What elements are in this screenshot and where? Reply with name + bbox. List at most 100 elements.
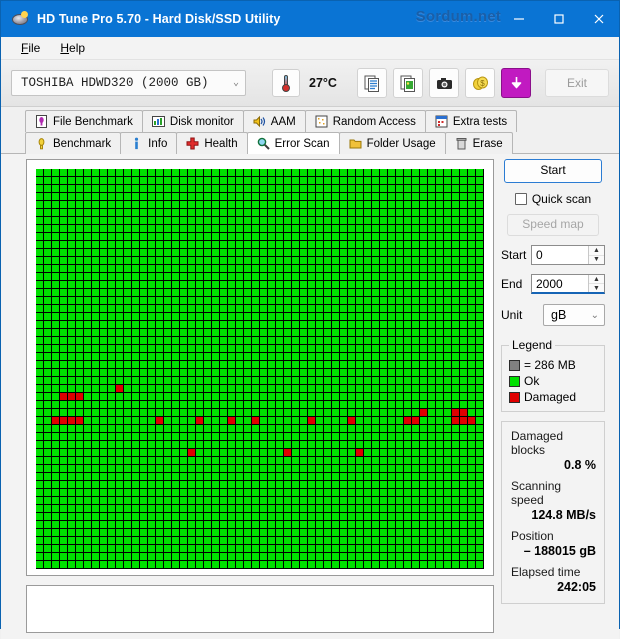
temperature-display: 27°C xyxy=(272,69,337,97)
maximize-button[interactable] xyxy=(539,1,579,37)
end-spin-buttons[interactable]: ▲ ▼ xyxy=(588,275,604,292)
benchmark-icon xyxy=(38,138,45,150)
tab-erase[interactable]: Erase xyxy=(444,132,513,154)
legend-box: Legend = 286 MB Ok Damaged xyxy=(501,338,605,412)
start-button[interactable]: Start xyxy=(504,159,602,183)
spin-down-icon[interactable]: ▼ xyxy=(589,256,604,265)
stat-label: Scanning speed xyxy=(511,479,562,507)
tab-label: File Benchmark xyxy=(53,115,133,128)
menu-item-help[interactable]: Help xyxy=(50,39,95,57)
svg-text:$: $ xyxy=(480,79,485,88)
donate-button[interactable]: $ xyxy=(465,68,495,98)
quick-scan-label: Quick scan xyxy=(531,192,592,206)
unit-row: Unit gB ⌄ xyxy=(501,304,605,326)
tab-random-access[interactable]: Random Access xyxy=(304,110,426,132)
tab-folder-usage[interactable]: Folder Usage xyxy=(338,132,446,154)
tab-extra-tests[interactable]: Extra tests xyxy=(424,110,518,132)
tab-error-scan[interactable]: Error Scan xyxy=(246,132,340,154)
end-field-row: End ▲ ▼ xyxy=(501,274,605,294)
info-icon xyxy=(135,137,139,150)
start-input[interactable] xyxy=(532,246,588,264)
download-button[interactable] xyxy=(501,68,531,98)
start-field-row: Start ▲ ▼ xyxy=(501,245,605,265)
tab-health[interactable]: Health xyxy=(176,132,248,154)
content-area: Start Quick scan Speed map Start ▲ ▼ End xyxy=(1,154,619,639)
window-buttons xyxy=(499,1,619,37)
folder-icon xyxy=(349,139,362,149)
thermometer-button[interactable] xyxy=(272,69,300,97)
harddisk-icon xyxy=(11,10,29,28)
legend-damaged-label: Damaged xyxy=(524,390,577,404)
legend-damaged-row: Damaged xyxy=(509,390,598,404)
stat-value: 124.8 MB/s xyxy=(531,508,596,522)
minimize-button[interactable] xyxy=(499,1,539,37)
tab-label: Info xyxy=(148,137,168,150)
tab-info[interactable]: Info xyxy=(120,132,178,154)
disk-monitor-icon xyxy=(151,116,165,127)
spin-up-icon[interactable]: ▲ xyxy=(589,275,604,284)
screenshot-button[interactable] xyxy=(429,68,459,98)
spin-up-icon[interactable]: ▲ xyxy=(589,246,604,256)
chevron-down-icon: ⌄ xyxy=(232,78,239,89)
tab-label: Health xyxy=(204,137,238,150)
health-cross-icon xyxy=(186,137,199,150)
drive-select-value: TOSHIBA HDWD320 (2000 GB) xyxy=(21,76,209,90)
menu-item-file[interactable]: File xyxy=(11,39,50,57)
tab-file-benchmark[interactable]: File Benchmark xyxy=(25,110,143,132)
tab-label: AAM xyxy=(270,115,296,128)
chevron-down-icon: ⌄ xyxy=(590,309,599,321)
stat-value: 0.8 % xyxy=(564,458,596,472)
file-benchmark-icon xyxy=(36,115,47,128)
unit-select-value: gB xyxy=(551,308,567,322)
stat-value: – 188015 gB xyxy=(523,544,596,558)
block-swatch-icon xyxy=(509,359,520,371)
title-bar: HD Tune Pro 5.70 - Hard Disk/SSD Utility… xyxy=(1,1,619,37)
tab-label: Folder Usage xyxy=(366,137,436,150)
unit-select[interactable]: gB ⌄ xyxy=(543,304,605,326)
magnifier-icon xyxy=(257,137,270,150)
close-button[interactable] xyxy=(579,1,619,37)
spin-down-icon[interactable]: ▼ xyxy=(589,284,604,292)
tab-row-2: Benchmark Info Health Error Scan Folder … xyxy=(1,132,619,154)
thermometer-icon xyxy=(282,74,290,92)
stat-label: Elapsed time xyxy=(511,565,581,579)
tab-row-1: File Benchmark Disk monitor AAM Random A… xyxy=(1,110,619,132)
legend-ok-row: Ok xyxy=(509,374,598,388)
tab-label: Disk monitor xyxy=(169,115,234,128)
quick-scan-checkbox[interactable] xyxy=(514,193,527,205)
speed-map-button[interactable]: Speed map xyxy=(507,214,599,236)
tab-label: Random Access xyxy=(332,115,416,128)
random-access-icon xyxy=(315,115,328,128)
toolbar: TOSHIBA HDWD320 (2000 GB) ⌄ 27°C $ Exit xyxy=(1,60,619,107)
start-spin-buttons[interactable]: ▲ ▼ xyxy=(588,246,604,264)
quick-scan-row[interactable]: Quick scan xyxy=(501,192,605,206)
block-map-grid[interactable] xyxy=(36,169,484,569)
tab-benchmark[interactable]: Benchmark xyxy=(25,132,122,154)
start-field-label: Start xyxy=(501,248,527,262)
end-spinner[interactable]: ▲ ▼ xyxy=(531,274,605,294)
trash-icon xyxy=(456,138,467,150)
stat-label: Position xyxy=(511,529,554,543)
damaged-swatch-icon xyxy=(509,391,520,403)
drive-select[interactable]: TOSHIBA HDWD320 (2000 GB) ⌄ xyxy=(11,70,246,96)
watermark-text: Sordum.net xyxy=(415,8,501,25)
unit-label: Unit xyxy=(501,308,523,322)
toolbar-buttons: $ Exit xyxy=(357,68,609,98)
tab-disk-monitor[interactable]: Disk monitor xyxy=(141,110,244,132)
tab-aam[interactable]: AAM xyxy=(242,110,306,132)
temperature-value: 27°C xyxy=(309,76,337,90)
end-field-label: End xyxy=(501,277,523,291)
hd-tune-window: HD Tune Pro 5.70 - Hard Disk/SSD Utility… xyxy=(0,0,620,639)
block-map-panel xyxy=(26,159,494,576)
stat-value: 242:05 xyxy=(557,580,596,594)
legend-blocksize-label: = 286 MB xyxy=(524,358,576,372)
start-spinner[interactable]: ▲ ▼ xyxy=(531,245,605,265)
copy-text-button[interactable] xyxy=(357,68,387,98)
copy-image-button[interactable] xyxy=(393,68,423,98)
end-input[interactable] xyxy=(532,275,588,292)
tab-label: Benchmark xyxy=(53,137,112,150)
stats-box: Damaged blocks 0.8 % Scanning speed 124.… xyxy=(501,421,605,604)
exit-button[interactable]: Exit xyxy=(545,69,609,97)
right-control-column: Start Quick scan Speed map Start ▲ ▼ End xyxy=(501,159,605,604)
tab-label: Extra tests xyxy=(452,115,508,128)
